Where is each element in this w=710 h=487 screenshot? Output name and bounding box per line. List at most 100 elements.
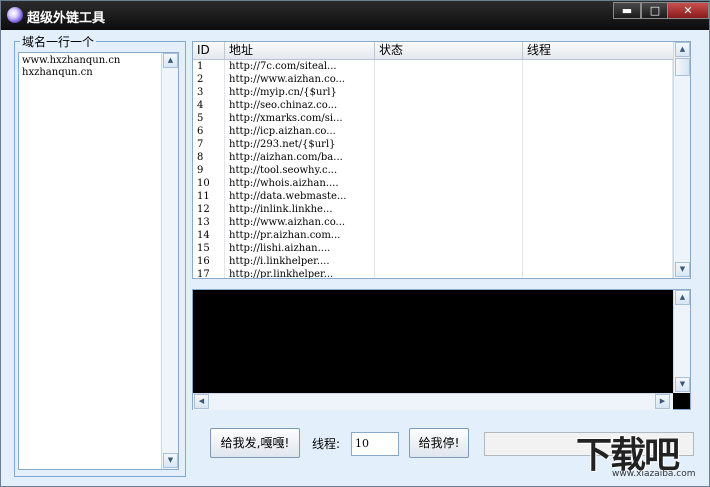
- cell-thread: [523, 73, 673, 86]
- cell-status: [375, 203, 523, 216]
- column-header-thread[interactable]: 线程: [523, 42, 673, 59]
- cell-id: 16: [193, 255, 225, 268]
- table-row[interactable]: 9 http://tool.seowhy.c...: [193, 164, 673, 177]
- cell-status: [375, 177, 523, 190]
- start-button[interactable]: 给我发,嘎嘎!: [210, 428, 300, 458]
- cell-url: http://293.net/{$url}: [225, 138, 375, 151]
- column-header-url[interactable]: 地址: [225, 42, 375, 59]
- watermark-logo: 下载吧 www.xiazaiba.com: [576, 426, 708, 484]
- cell-id: 5: [193, 112, 225, 125]
- cell-url: http://icp.aizhan.co...: [225, 125, 375, 138]
- scroll-up-arrow-icon[interactable]: ▲: [675, 290, 690, 305]
- url-list-scrollbar[interactable]: ▲ ▼: [673, 42, 690, 278]
- table-row[interactable]: 4 http://seo.chinaz.co...: [193, 99, 673, 112]
- cell-id: 7: [193, 138, 225, 151]
- log-horizontal-scrollbar[interactable]: ◀ ▶: [193, 393, 673, 410]
- domain-list-textarea[interactable]: www.hxzhanqun.cn hxzhanqun.cn ▲ ▼: [18, 52, 179, 470]
- cell-status: [375, 138, 523, 151]
- cell-status: [375, 229, 523, 242]
- cell-url: http://seo.chinaz.co...: [225, 99, 375, 112]
- title-bar[interactable]: 超级外链工具 ▬ □ ✕: [1, 1, 709, 30]
- scroll-up-arrow-icon[interactable]: ▲: [675, 42, 690, 57]
- table-row[interactable]: 3 http://myip.cn/{$url}: [193, 86, 673, 99]
- window-title: 超级外链工具: [27, 11, 106, 26]
- list-header: ID 地址 状态 线程: [193, 42, 673, 60]
- cell-status: [375, 86, 523, 99]
- cell-url: http://lishi.aizhan....: [225, 242, 375, 255]
- minimize-button[interactable]: ▬: [613, 2, 641, 19]
- cell-thread: [523, 242, 673, 255]
- cell-status: [375, 216, 523, 229]
- scroll-down-arrow-icon[interactable]: ▼: [675, 377, 690, 392]
- cell-thread: [523, 151, 673, 164]
- cell-status: [375, 190, 523, 203]
- cell-url: http://whois.aizhan....: [225, 177, 375, 190]
- table-row[interactable]: 14 http://pr.aizhan.com...: [193, 229, 673, 242]
- cell-thread: [523, 125, 673, 138]
- cell-url: http://aizhan.com/ba...: [225, 151, 375, 164]
- log-output-panel[interactable]: ▲ ▼ ◀ ▶: [192, 289, 691, 410]
- cell-url: http://i.linkhelper....: [225, 255, 375, 268]
- column-header-id[interactable]: ID: [193, 42, 225, 59]
- domain-list-scrollbar[interactable]: ▲ ▼: [161, 53, 178, 469]
- close-button[interactable]: ✕: [667, 2, 709, 19]
- cell-id: 15: [193, 242, 225, 255]
- domain-line: www.hxzhanqun.cn: [22, 55, 121, 66]
- cell-thread: [523, 268, 673, 278]
- table-row[interactable]: 8 http://aizhan.com/ba...: [193, 151, 673, 164]
- cell-thread: [523, 177, 673, 190]
- table-row[interactable]: 5 http://xmarks.com/si...: [193, 112, 673, 125]
- cell-url: http://tool.seowhy.c...: [225, 164, 375, 177]
- table-row[interactable]: 16 http://i.linkhelper....: [193, 255, 673, 268]
- cell-status: [375, 255, 523, 268]
- cell-url: http://www.aizhan.co...: [225, 73, 375, 86]
- app-logo-icon: [7, 7, 23, 23]
- cell-url: http://xmarks.com/si...: [225, 112, 375, 125]
- cell-id: 12: [193, 203, 225, 216]
- log-vertical-scrollbar[interactable]: ▲ ▼: [673, 290, 690, 393]
- cell-thread: [523, 203, 673, 216]
- cell-id: 9: [193, 164, 225, 177]
- scroll-right-arrow-icon[interactable]: ▶: [655, 394, 670, 409]
- cell-id: 17: [193, 268, 225, 278]
- cell-id: 14: [193, 229, 225, 242]
- cell-id: 10: [193, 177, 225, 190]
- stop-button[interactable]: 给我停!: [409, 428, 469, 458]
- table-row[interactable]: 7 http://293.net/{$url}: [193, 138, 673, 151]
- table-row[interactable]: 1 http://7c.com/siteal...: [193, 60, 673, 73]
- cell-url: http://www.aizhan.co...: [225, 216, 375, 229]
- cell-status: [375, 73, 523, 86]
- cell-id: 11: [193, 190, 225, 203]
- table-row[interactable]: 2 http://www.aizhan.co...: [193, 73, 673, 86]
- table-row[interactable]: 12 http://inlink.linkhe...: [193, 203, 673, 216]
- scroll-thumb[interactable]: [675, 58, 690, 76]
- cell-id: 6: [193, 125, 225, 138]
- column-header-status[interactable]: 状态: [375, 42, 523, 59]
- scroll-up-arrow-icon[interactable]: ▲: [163, 53, 178, 68]
- threads-input[interactable]: 10: [351, 432, 399, 456]
- table-row[interactable]: 17 http://pr.linkhelper...: [193, 268, 673, 278]
- cell-thread: [523, 86, 673, 99]
- cell-id: 13: [193, 216, 225, 229]
- cell-url: http://7c.com/siteal...: [225, 60, 375, 73]
- cell-status: [375, 112, 523, 125]
- domains-group-label: 域名一行一个: [20, 33, 97, 50]
- cell-status: [375, 125, 523, 138]
- table-row[interactable]: 11 http://data.webmaste...: [193, 190, 673, 203]
- table-row[interactable]: 13 http://www.aizhan.co...: [193, 216, 673, 229]
- url-list-view[interactable]: ID 地址 状态 线程 1 http://7c.com/siteal... 2 htt…: [192, 41, 691, 279]
- scroll-down-arrow-icon[interactable]: ▼: [163, 453, 178, 468]
- scroll-left-arrow-icon[interactable]: ◀: [194, 394, 209, 409]
- table-row[interactable]: 15 http://lishi.aizhan....: [193, 242, 673, 255]
- cell-thread: [523, 60, 673, 73]
- cell-thread: [523, 112, 673, 125]
- cell-thread: [523, 138, 673, 151]
- cell-thread: [523, 229, 673, 242]
- cell-id: 2: [193, 73, 225, 86]
- scroll-down-arrow-icon[interactable]: ▼: [675, 262, 690, 277]
- cell-id: 3: [193, 86, 225, 99]
- table-row[interactable]: 10 http://whois.aizhan....: [193, 177, 673, 190]
- cell-status: [375, 99, 523, 112]
- table-row[interactable]: 6 http://icp.aizhan.co...: [193, 125, 673, 138]
- maximize-button[interactable]: □: [641, 2, 669, 19]
